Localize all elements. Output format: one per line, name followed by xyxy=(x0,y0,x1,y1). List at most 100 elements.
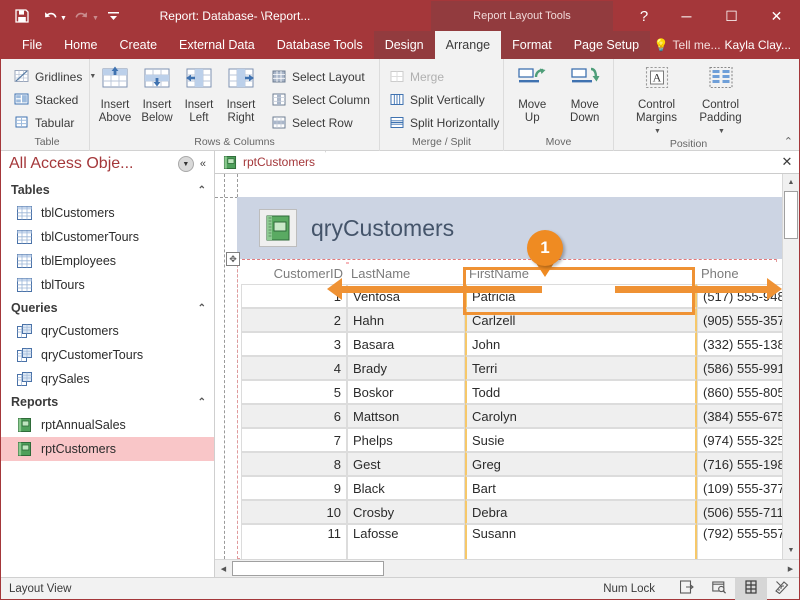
tell-me-box[interactable]: 💡 Tell me... xyxy=(654,38,721,52)
cell-phone[interactable]: (905) 555-3573 xyxy=(697,308,782,332)
cell-firstname[interactable]: Carolyn xyxy=(465,404,697,428)
cell-phone[interactable]: (974) 555-3251 xyxy=(697,428,782,452)
user-account-label[interactable]: Kayla Clay... xyxy=(725,38,791,52)
sidebar-item-qrycustomertours[interactable]: qryCustomerTours xyxy=(1,343,214,367)
cell-lastname[interactable]: Lafosse xyxy=(347,524,465,559)
select-row-button[interactable]: Select Row xyxy=(267,111,374,134)
cell-phone[interactable]: (506) 555-7114 xyxy=(697,500,782,524)
cell-lastname[interactable]: Brady xyxy=(347,356,465,380)
tab-create[interactable]: Create xyxy=(109,31,169,59)
sidebar-item-rptcustomers[interactable]: rptCustomers xyxy=(1,437,214,461)
report-header-band[interactable]: qryCustomers xyxy=(237,197,782,259)
table-row[interactable]: 4 Brady Terri (586) 555-9911 xyxy=(241,356,782,380)
cell-customerid[interactable]: 11 xyxy=(241,524,347,559)
sidebar-item-tblcustomers[interactable]: tblCustomers xyxy=(1,201,214,225)
cell-firstname[interactable]: Susie xyxy=(465,428,697,452)
control-margins-button[interactable]: A Control Margins ▼ xyxy=(628,62,686,138)
redo-dropdown-icon[interactable]: ▼ xyxy=(92,15,99,22)
horizontal-scroll-thumb[interactable] xyxy=(232,561,384,576)
column-header-lastname[interactable]: LastName xyxy=(347,264,465,284)
cell-firstname[interactable]: Terri xyxy=(465,356,697,380)
cell-lastname[interactable]: Black xyxy=(347,476,465,500)
nav-group-tables[interactable]: Tables ⌃ xyxy=(1,179,214,201)
insert-below-button[interactable]: Insert Below xyxy=(137,62,177,125)
table-row[interactable]: 11 Lafosse Susann (792) 555-5570 xyxy=(241,524,782,559)
cell-firstname[interactable]: Patricia xyxy=(465,284,697,308)
cell-customerid[interactable]: 9 xyxy=(241,476,347,500)
cell-lastname[interactable]: Basara xyxy=(347,332,465,356)
table-row[interactable]: 8 Gest Greg (716) 555-1984 xyxy=(241,452,782,476)
table-row[interactable]: 7 Phelps Susie (974) 555-3251 xyxy=(241,428,782,452)
cell-lastname[interactable]: Hahn xyxy=(347,308,465,332)
column-header-phone[interactable]: Phone xyxy=(697,264,782,284)
sidebar-item-tbltours[interactable]: tblTours xyxy=(1,273,214,297)
nav-group-queries[interactable]: Queries ⌃ xyxy=(1,297,214,319)
select-column-button[interactable]: Select Column xyxy=(267,88,374,111)
undo-dropdown-icon[interactable]: ▼ xyxy=(60,15,67,22)
tab-home[interactable]: Home xyxy=(53,31,108,59)
tab-page-setup[interactable]: Page Setup xyxy=(562,31,651,59)
table-row[interactable]: 6 Mattson Carolyn (384) 555-6759 xyxy=(241,404,782,428)
minimize-button[interactable]: ─ xyxy=(664,1,709,31)
maximize-button[interactable]: ☐ xyxy=(709,1,754,31)
report-data-grid[interactable]: CustomerID LastName FirstName Phone 1 Ve… xyxy=(241,264,782,559)
gridlines-button[interactable]: Gridlines ▼ xyxy=(10,65,100,88)
cell-lastname[interactable]: Phelps xyxy=(347,428,465,452)
horizontal-scrollbar[interactable]: ◀ ▶ xyxy=(215,559,799,577)
column-header-customerid[interactable]: CustomerID xyxy=(241,264,347,284)
cell-lastname[interactable]: Gest xyxy=(347,452,465,476)
collapse-ribbon-button[interactable]: ⌃ xyxy=(784,135,793,148)
chevron-down-icon[interactable]: ▼ xyxy=(177,156,194,172)
tab-file[interactable]: File xyxy=(11,31,53,59)
cell-phone[interactable]: (860) 555-8056 xyxy=(697,380,782,404)
cell-lastname[interactable]: Crosby xyxy=(347,500,465,524)
print-preview-button[interactable] xyxy=(703,578,735,600)
report-view-button[interactable] xyxy=(671,578,703,600)
insert-left-button[interactable]: Insert Left xyxy=(179,62,219,125)
tab-database-tools[interactable]: Database Tools xyxy=(266,31,374,59)
control-padding-button[interactable]: Control Padding ▼ xyxy=(692,62,750,138)
move-down-button[interactable]: Move Down xyxy=(562,62,609,125)
scroll-right-icon[interactable]: ▶ xyxy=(782,560,799,577)
tabular-button[interactable]: Tabular xyxy=(10,111,100,134)
cell-phone[interactable]: (517) 555-9484 xyxy=(697,284,782,308)
tab-arrange[interactable]: Arrange xyxy=(434,31,502,59)
layout-selector-handle[interactable]: ✥ xyxy=(226,252,240,266)
chevron-down-icon[interactable]: ▼ xyxy=(718,125,725,138)
cell-firstname[interactable]: Carlzell xyxy=(465,308,697,332)
cell-phone[interactable]: (109) 555-3778 xyxy=(697,476,782,500)
cell-lastname[interactable]: Ventosa xyxy=(347,284,465,308)
cell-firstname[interactable]: John xyxy=(465,332,697,356)
merge-button[interactable]: Merge xyxy=(385,65,503,88)
shutter-bar-collapse-icon[interactable]: « xyxy=(198,158,208,170)
table-row[interactable]: 10 Crosby Debra (506) 555-7114 xyxy=(241,500,782,524)
chevron-up-icon[interactable]: ⌃ xyxy=(198,303,206,314)
insert-right-button[interactable]: Insert Right xyxy=(221,62,261,125)
table-row[interactable]: 1 Ventosa Patricia (517) 555-9484 xyxy=(241,284,782,308)
cell-customerid[interactable]: 4 xyxy=(241,356,347,380)
sidebar-item-tblcustomertours[interactable]: tblCustomerTours xyxy=(1,225,214,249)
close-button[interactable]: ✕ xyxy=(754,1,799,31)
cell-phone[interactable]: (586) 555-9911 xyxy=(697,356,782,380)
cell-firstname[interactable]: Todd xyxy=(465,380,697,404)
cell-firstname[interactable]: Greg xyxy=(465,452,697,476)
cell-firstname[interactable]: Bart xyxy=(465,476,697,500)
chevron-up-icon[interactable]: ⌃ xyxy=(198,185,206,196)
layout-view-button[interactable] xyxy=(735,577,767,600)
vertical-scroll-track[interactable] xyxy=(783,239,799,542)
column-header-firstname[interactable]: FirstName xyxy=(465,264,697,284)
close-document-button[interactable]: ✕ xyxy=(775,151,799,173)
cell-phone[interactable]: (792) 555-5570 xyxy=(697,524,782,559)
stacked-button[interactable]: Stacked xyxy=(10,88,100,111)
horizontal-scroll-track[interactable] xyxy=(384,560,782,577)
sidebar-item-qrysales[interactable]: qrySales xyxy=(1,367,214,391)
tab-design[interactable]: Design xyxy=(373,31,435,59)
cell-lastname[interactable]: Mattson xyxy=(347,404,465,428)
cell-firstname[interactable]: Debra xyxy=(465,500,697,524)
insert-above-button[interactable]: Insert Above xyxy=(95,62,135,125)
save-icon[interactable] xyxy=(9,4,35,28)
cell-phone[interactable]: (384) 555-6759 xyxy=(697,404,782,428)
cell-customerid[interactable]: 3 xyxy=(241,332,347,356)
cell-customerid[interactable]: 1 xyxy=(241,284,347,308)
report-canvas[interactable]: qryCustomers ✥ CustomerID LastName First… xyxy=(215,174,782,559)
